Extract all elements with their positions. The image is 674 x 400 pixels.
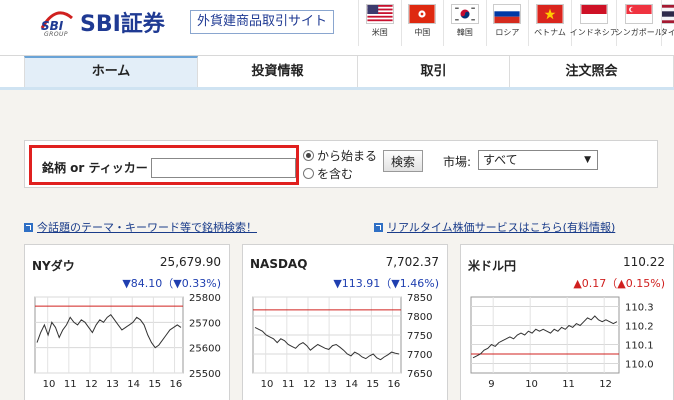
tab-investment-info[interactable]: 投資情報: [198, 56, 358, 87]
tab-trade[interactable]: 取引: [358, 56, 510, 87]
flag-item-indonesia[interactable]: インドネシア: [569, 0, 618, 46]
card-name: NYダウ: [32, 259, 75, 273]
russia-flag-icon: [493, 4, 522, 24]
x-tick-label: 16: [170, 379, 183, 390]
x-tick-label: 12: [303, 379, 316, 390]
y-tick-label: 7850: [407, 293, 432, 304]
y-tick-label: 7700: [407, 350, 432, 361]
flag-label: 韓国: [456, 28, 473, 37]
market-select[interactable]: すべて ▼: [478, 150, 598, 170]
y-tick-label: 110.1: [625, 341, 654, 352]
market-card-nydow[interactable]: NYダウ 25,679.90 ▼84.10（▼0.33%) 25800 25700…: [24, 244, 230, 400]
flag-item-us[interactable]: 米国: [358, 0, 401, 46]
radio-contains[interactable]: を含む: [303, 165, 353, 182]
x-tick-label: 11: [64, 379, 77, 390]
market-card-usdjpy[interactable]: 米ドル円 110.22 ▲0.17（▲0.15%) 110.3 110.2 110.…: [460, 244, 674, 400]
singapore-flag-icon: [624, 4, 653, 24]
price-chart: 7850 7800 7750 7700 7650 10 11 12 13 14 15 16: [252, 293, 432, 390]
radio-contains-label: を含む: [317, 167, 354, 181]
country-flag-bar: 米国 中国 韓国 ロシア ベトナム インドネシア シンガポール: [358, 0, 674, 46]
flag-label: 中国: [414, 28, 431, 37]
x-tick-label: 14: [345, 379, 358, 390]
main-nav: ホーム 投資情報 取引 注文照会: [0, 56, 674, 90]
logo-group-label: GROUP: [44, 31, 69, 38]
x-tick-label: 13: [106, 379, 119, 390]
external-link-icon: [374, 222, 383, 232]
flag-label: ロシア: [495, 28, 520, 37]
chart-plot-area: [34, 296, 184, 374]
flag-label: ベトナム: [534, 28, 566, 37]
flag-label: 米国: [371, 28, 388, 37]
y-tick-label: 25500: [189, 369, 221, 380]
card-name: NASDAQ: [250, 257, 308, 271]
x-tick-label: 11: [562, 379, 575, 390]
price-chart: 25800 25700 25600 25500 10 11 12 13 14 15 16: [34, 293, 221, 390]
theme-search-link[interactable]: 今話題のテーマ・キーワード等で銘柄検索！: [24, 219, 257, 235]
ticker-search-input[interactable]: [151, 158, 296, 178]
dropdown-arrow-icon: ▼: [584, 155, 591, 165]
card-value: 25,679.90: [159, 255, 221, 269]
theme-search-link-text: 今話題のテーマ・キーワード等で銘柄検索！: [37, 221, 257, 234]
card-value: 7,702.37: [385, 255, 439, 269]
flag-item-thailand[interactable]: タイ: [660, 0, 674, 46]
x-tick-label: 12: [599, 379, 612, 390]
search-button[interactable]: 検索: [383, 150, 423, 172]
y-tick-label: 110.0: [625, 360, 654, 371]
korea-flag-icon: [450, 4, 479, 24]
y-tick-label: 7650: [407, 369, 432, 380]
x-tick-label: 9: [488, 379, 494, 390]
x-tick-label: 14: [127, 379, 140, 390]
x-tick-label: 10: [525, 379, 538, 390]
flag-label: シンガポール: [614, 28, 663, 37]
hong-kong-flag-icon: [408, 4, 437, 24]
x-tick-label: 13: [324, 379, 337, 390]
site-subtitle-badge: 外貨建商品取引サイト: [190, 10, 334, 34]
x-tick-label: 16: [388, 379, 401, 390]
flag-item-singapore[interactable]: シンガポール: [614, 0, 663, 46]
realtime-price-link-text: リアルタイム株価サービスはこちら(有料情報): [387, 221, 616, 234]
thailand-flag-icon: [661, 4, 674, 24]
x-tick-label: 15: [148, 379, 161, 390]
logo-text[interactable]: SBI証券: [80, 6, 165, 38]
tab-order-inquiry[interactable]: 注文照会: [510, 56, 674, 87]
card-name: 米ドル円: [468, 259, 517, 273]
y-tick-label: 25800: [189, 293, 221, 304]
y-tick-label: 110.3: [625, 303, 654, 314]
y-tick-label: 7800: [407, 312, 432, 323]
indonesia-flag-icon: [579, 4, 608, 24]
y-tick-label: 25600: [189, 344, 221, 355]
flag-item-china[interactable]: 中国: [400, 0, 444, 46]
y-tick-label: 110.2: [625, 322, 654, 333]
tab-home[interactable]: ホーム: [24, 56, 198, 87]
vietnam-flag-icon: [535, 4, 564, 24]
flag-item-russia[interactable]: ロシア: [485, 0, 529, 46]
y-tick-label: 7750: [407, 331, 432, 342]
flag-item-vietnam[interactable]: ベトナム: [528, 0, 571, 46]
radio-button-checked[interactable]: [303, 150, 314, 161]
x-tick-label: 11: [282, 379, 295, 390]
radio-starts-with-label: から始まる: [317, 149, 378, 163]
radio-button[interactable]: [303, 168, 314, 179]
market-select-value: すべて: [483, 153, 518, 167]
us-flag-icon: [365, 4, 394, 24]
flag-label: タイ: [662, 27, 674, 38]
radio-starts-with[interactable]: から始まる: [303, 147, 377, 164]
flag-label: インドネシア: [569, 28, 618, 37]
market-label: 市場:: [443, 155, 472, 169]
price-chart: 110.3 110.2 110.1 110.0 9 10 11 12: [470, 296, 654, 390]
x-tick-label: 12: [85, 379, 98, 390]
search-highlight-box: 銘柄 or ティッカー: [29, 145, 299, 185]
y-tick-label: 25700: [189, 318, 221, 329]
x-tick-label: 15: [366, 379, 379, 390]
flag-item-korea[interactable]: 韓国: [443, 0, 486, 46]
ticker-search-label: 銘柄 or ティッカー: [42, 161, 148, 175]
x-tick-label: 10: [43, 379, 56, 390]
site-header: SBI GROUP SBI証券 外貨建商品取引サイト 米国 中国 韓国 ロシア …: [0, 0, 674, 56]
realtime-price-link[interactable]: リアルタイム株価サービスはこちら(有料情報): [374, 219, 615, 235]
card-value: 110.22: [623, 255, 665, 269]
x-tick-label: 10: [261, 379, 274, 390]
market-card-nasdaq[interactable]: NASDAQ 7,702.37 ▼113.91（▼1.46%) 7850 7800…: [242, 244, 448, 400]
external-link-icon: [24, 222, 33, 232]
stock-search-panel: 銘柄 or ティッカー から始まる を含む 検索 市場: すべて ▼: [24, 140, 658, 188]
